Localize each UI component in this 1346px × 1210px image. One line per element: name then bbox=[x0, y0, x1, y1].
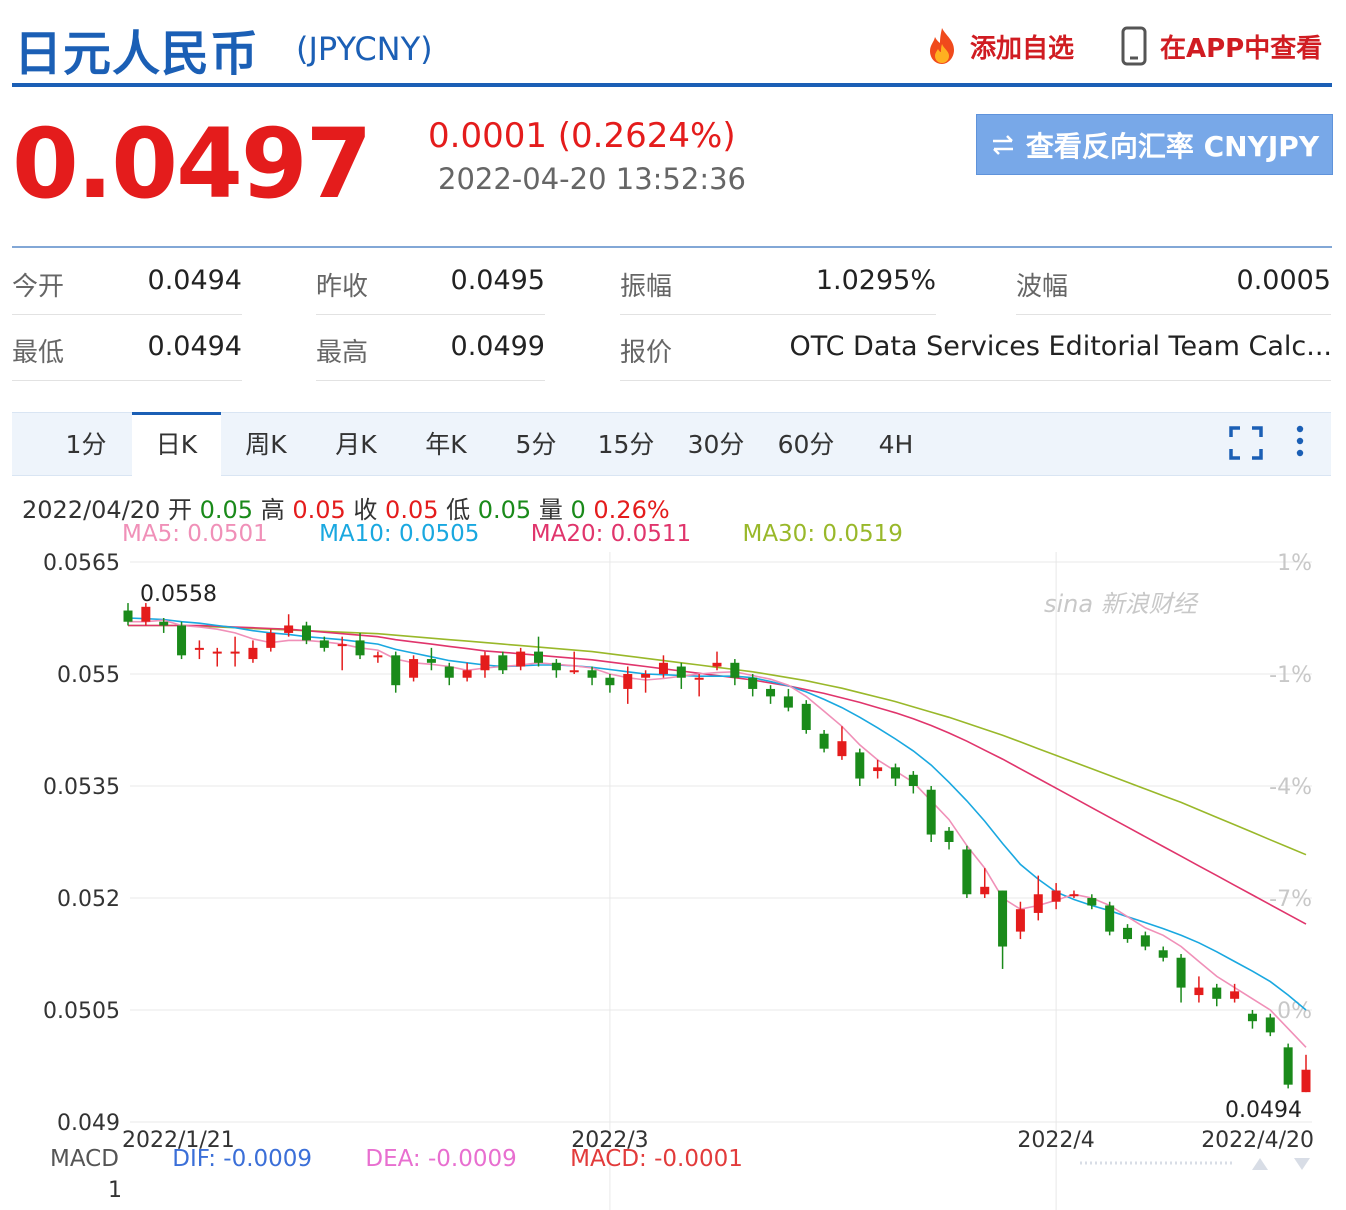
candle-body bbox=[658, 662, 668, 674]
candle-body bbox=[1051, 890, 1061, 902]
candle-body bbox=[301, 625, 311, 641]
candle-body bbox=[1265, 1017, 1275, 1033]
candle-body bbox=[1212, 987, 1222, 999]
candle-body bbox=[641, 674, 651, 678]
x-tick-label: 2022/4 bbox=[1017, 1128, 1094, 1153]
scroll-up-icon bbox=[1252, 1158, 1268, 1170]
candle-body bbox=[1123, 927, 1133, 940]
macd-legend: MACD DIF: -0.0009 DEA: -0.0009 MACD: -0.… bbox=[50, 1146, 789, 1172]
candle-body bbox=[1176, 957, 1186, 988]
ma10-line bbox=[127, 617, 1307, 1011]
candle-body bbox=[1194, 987, 1204, 996]
candle-body bbox=[551, 662, 561, 671]
macd-value-legend: MACD: -0.0001 bbox=[570, 1146, 743, 1172]
candle-body bbox=[355, 640, 365, 656]
candle-body bbox=[426, 659, 436, 663]
candle-body bbox=[1087, 898, 1097, 906]
candle-body bbox=[444, 666, 454, 678]
candle-body bbox=[1230, 991, 1240, 999]
candle-body bbox=[266, 632, 276, 648]
dea-legend: DEA: -0.0009 bbox=[365, 1146, 517, 1172]
candle-body bbox=[819, 733, 829, 749]
y-tick-label: 0.0535 bbox=[43, 775, 120, 800]
candle-body bbox=[1247, 1013, 1257, 1022]
candle-body bbox=[873, 767, 883, 772]
y-tick-label: 0.049 bbox=[57, 1111, 120, 1136]
candle-body bbox=[391, 655, 401, 686]
candle-body bbox=[1015, 909, 1025, 932]
candle-body bbox=[623, 674, 633, 689]
candle-body bbox=[748, 677, 758, 689]
candle-body bbox=[373, 655, 383, 658]
candle-body bbox=[1283, 1047, 1293, 1085]
candle-body bbox=[605, 677, 615, 686]
candle-body bbox=[141, 606, 151, 622]
candle-body bbox=[569, 670, 579, 673]
candle-body bbox=[534, 651, 544, 663]
candle-body bbox=[712, 662, 722, 667]
ma5-line bbox=[128, 619, 1307, 1048]
candle-body bbox=[284, 625, 294, 633]
candle-body bbox=[1158, 950, 1168, 958]
y-tick-label: 0.0505 bbox=[43, 999, 120, 1024]
min-price-label: 0.0494 bbox=[1225, 1098, 1302, 1123]
candle-body bbox=[908, 774, 918, 786]
candle-body bbox=[319, 640, 329, 648]
candle-body bbox=[230, 651, 240, 654]
candle-body bbox=[783, 696, 793, 708]
candle-body bbox=[409, 659, 419, 678]
candle-body bbox=[801, 703, 811, 730]
candle-body bbox=[194, 647, 204, 650]
y-tick-label: 0.0565 bbox=[43, 551, 120, 576]
sina-watermark: sina 新浪财经 bbox=[1044, 590, 1197, 618]
macd-label: MACD bbox=[50, 1146, 119, 1172]
y-tick-label: 0.055 bbox=[57, 663, 120, 688]
candle-body bbox=[123, 610, 133, 622]
candle-body bbox=[248, 647, 258, 660]
scroll-down-icon bbox=[1294, 1158, 1310, 1170]
macd-axis-tick: 1 bbox=[108, 1178, 122, 1203]
ma20-line bbox=[128, 624, 1307, 925]
candle-body bbox=[998, 890, 1008, 947]
candle-body bbox=[676, 666, 686, 678]
candle-body bbox=[177, 625, 187, 656]
candle-body bbox=[837, 741, 847, 757]
max-price-label: 0.0558 bbox=[140, 582, 217, 607]
candle-body bbox=[926, 789, 936, 835]
candle-body bbox=[516, 651, 526, 667]
candle-body bbox=[212, 651, 222, 654]
y-tick-label: 0.052 bbox=[57, 887, 120, 912]
candle-body bbox=[587, 670, 597, 678]
candle-body bbox=[1105, 905, 1115, 932]
candle-body bbox=[1069, 894, 1079, 897]
candle-body bbox=[480, 655, 490, 671]
candle-body bbox=[1301, 1069, 1311, 1093]
candle-body bbox=[890, 767, 900, 779]
candle-body bbox=[730, 662, 740, 678]
candle-body bbox=[462, 670, 472, 678]
candle-body bbox=[1033, 894, 1043, 913]
candle-body bbox=[1140, 935, 1150, 947]
candle-body bbox=[694, 677, 704, 680]
right-pct-label: -4% bbox=[1269, 775, 1312, 800]
candle-body bbox=[855, 752, 865, 779]
right-pct-label: -1% bbox=[1269, 663, 1312, 688]
candle-body bbox=[944, 830, 954, 842]
candle-body bbox=[498, 655, 508, 671]
x-tick-label: 2022/4/20 bbox=[1201, 1128, 1314, 1153]
candle-body bbox=[980, 886, 990, 895]
candle-body bbox=[337, 644, 347, 647]
right-pct-label: 0% bbox=[1277, 999, 1312, 1024]
dif-legend: DIF: -0.0009 bbox=[172, 1146, 313, 1172]
candle-body bbox=[766, 688, 776, 697]
candle-body bbox=[159, 621, 169, 626]
candle-body bbox=[962, 849, 972, 895]
right-pct-label: 1% bbox=[1277, 551, 1312, 576]
